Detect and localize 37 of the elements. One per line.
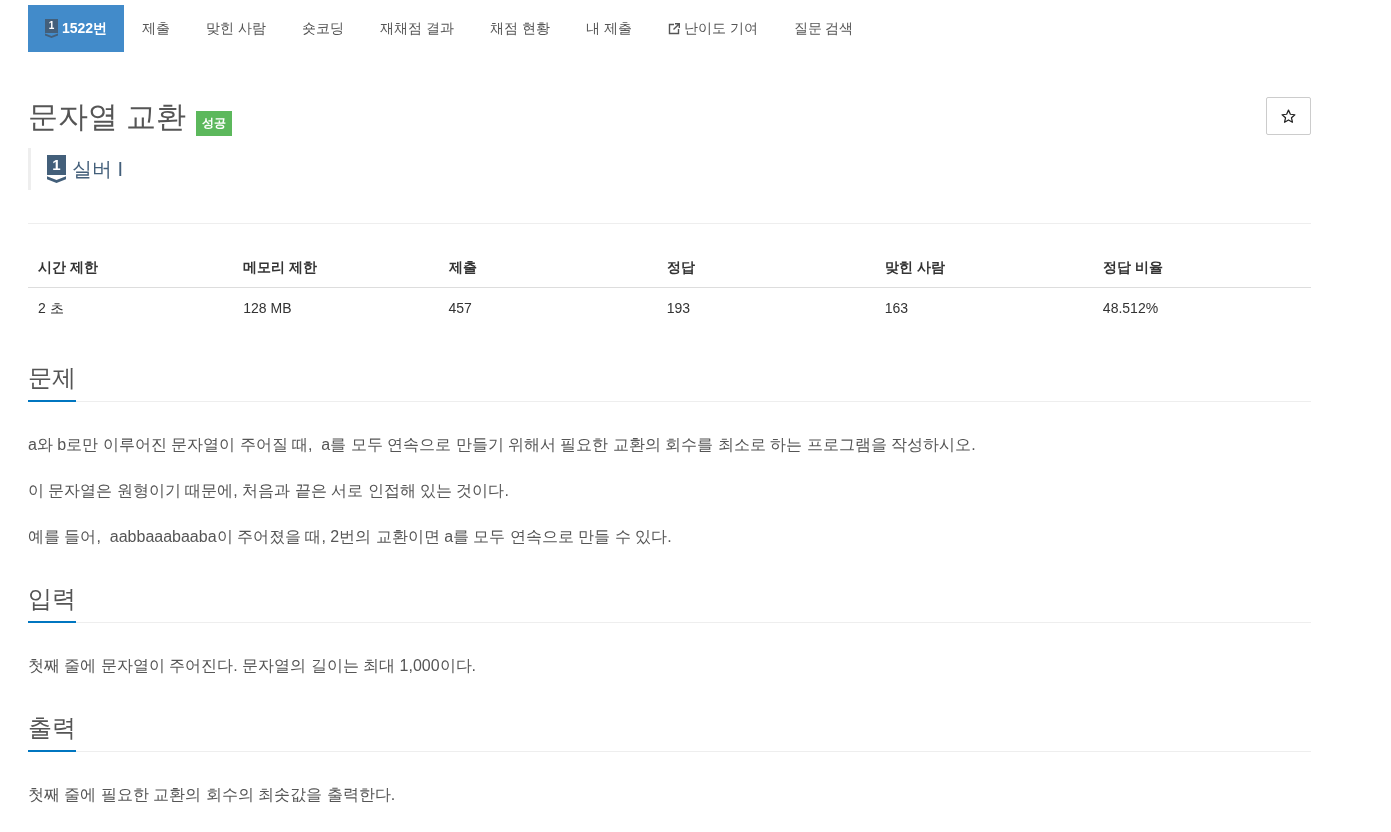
star-icon [1281, 108, 1296, 124]
favorite-button[interactable] [1266, 97, 1311, 135]
nav-tab[interactable]: 질문 검색 [775, 5, 872, 52]
column-header: 메모리 제한 [233, 247, 439, 288]
table-cell: 2 초 [28, 287, 234, 328]
paragraph: 이 문자열은 원형이기 때문에, 처음과 끝은 서로 인접해 있는 것이다. [28, 481, 510, 501]
paragraph: 첫째 줄에 문자열이 주어진다. 문자열의 길이는 최대 1,000이다. [28, 656, 478, 676]
section-heading: 문제 [28, 365, 76, 402]
result-badge: 성공 [196, 111, 233, 136]
column-header: 정답 [656, 247, 875, 288]
tier-name[interactable]: 실버 I [72, 155, 124, 183]
tier-badge: 1 [47, 155, 66, 183]
table-cell: 48.512% [1092, 287, 1311, 328]
nav-tab[interactable]: 난이도 기여 [649, 5, 776, 52]
paragraph: a와 b로만 이루어진 문자열이 주어질 때, a를 모두 연속으로 만들기 위해서 필요한 교환의 회수를 최소로 하는 프로그램을 작성하시오. [28, 435, 977, 455]
table-cell: 163 [874, 287, 1093, 328]
column-header: 시간 제한 [28, 247, 234, 288]
column-header: 맞힌 사람 [874, 247, 1093, 288]
nav-tab[interactable]: 1 1522번 [28, 5, 125, 52]
nav-tab[interactable]: 내 제출 [567, 5, 650, 52]
external-link-icon [667, 22, 680, 35]
problem-title: 문자열 교환 [28, 99, 187, 135]
paragraph: 예를 들어, aabbaaabaaba이 주어졌을 때, 2번의 교환이면 a를 모두 연속으로 만들 수 있다. [28, 527, 673, 547]
nav-tab[interactable]: 재채점 결과 [362, 5, 472, 52]
paragraph: 첫째 줄에 필요한 교환의 회수의 최솟값을 출력한다. [28, 785, 397, 805]
nav-tab[interactable]: 제출 [124, 5, 189, 52]
column-header: 제출 [438, 247, 657, 288]
section-heading: 입력 [28, 586, 76, 623]
column-header: 정답 비율 [1092, 247, 1311, 288]
table-cell: 457 [438, 287, 657, 328]
table-cell: 128 MB [233, 287, 439, 328]
nav-tab[interactable]: 숏코딩 [284, 5, 363, 52]
nav-tab[interactable]: 맞힌 사람 [188, 5, 285, 52]
tier-badge: 1 [45, 19, 58, 38]
section-heading: 출력 [28, 715, 76, 752]
table-cell: 193 [656, 287, 875, 328]
nav-tab[interactable]: 채점 현황 [471, 5, 568, 52]
